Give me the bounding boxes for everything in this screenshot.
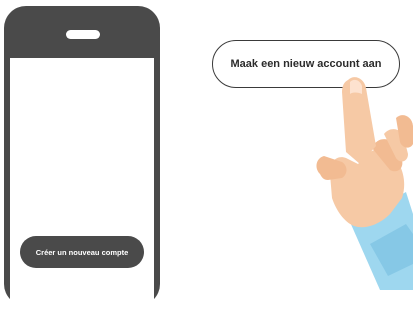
phone-top-bezel [4,6,160,58]
create-account-button-fr[interactable]: Créer un nouveau compte [20,236,144,268]
phone-mockup: Créer un nouveau compte [4,6,160,318]
pointing-hand-illustration [316,77,413,290]
phone-speaker [66,30,100,39]
phone-screen [10,58,154,318]
